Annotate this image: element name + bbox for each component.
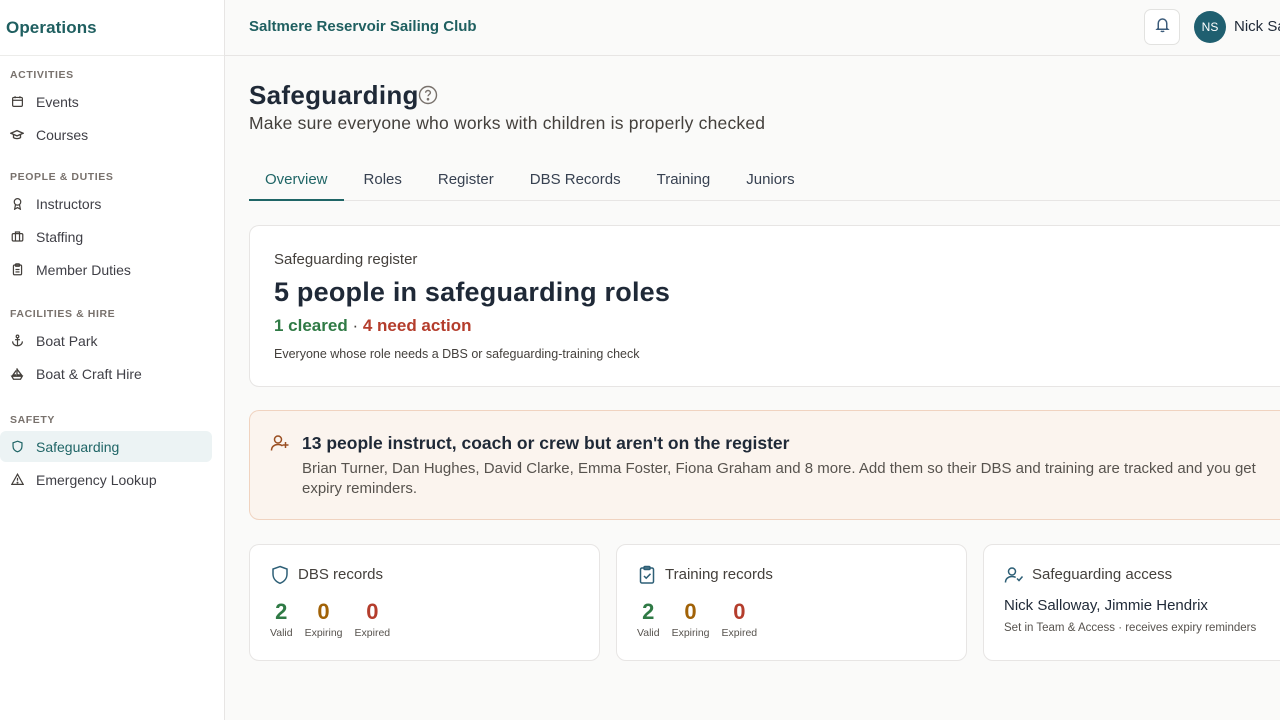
nav-section-safety: SAFETY Safeguarding Emergency Lookup [0, 391, 224, 495]
card-title: Training records [665, 566, 773, 583]
register-status: 1 cleared · 4 need action [274, 316, 471, 336]
unregistered-alert: 13 people instruct, coach or crew but ar… [249, 410, 1280, 520]
clipboard-icon [10, 263, 24, 277]
user-check-icon [1004, 565, 1024, 585]
count-value: 2 [642, 599, 655, 624]
sidebar-item-emergency-lookup[interactable]: Emergency Lookup [0, 464, 212, 495]
card-title: Safeguarding access [1032, 566, 1173, 583]
nav-heading: FACILITIES & HIRE [10, 308, 116, 320]
tab-overview[interactable]: Overview [249, 164, 344, 201]
user-plus-icon [270, 433, 290, 453]
access-names: Nick Salloway, Jimmie Hendrix [1004, 597, 1208, 614]
notifications-button[interactable] [1144, 9, 1180, 45]
avatar[interactable]: NS [1194, 11, 1226, 43]
valid-count: 2 Valid [637, 597, 660, 639]
expired-count: 0 Expired [722, 597, 758, 639]
dbs-counts: 2 Valid 0 Expiring 0 Expired [270, 597, 402, 639]
need-action-count: 4 need action [362, 316, 472, 335]
sidebar-item-label: Member Duties [36, 261, 131, 278]
nav-section-people: PEOPLE & DUTIES Instructors Staffing Mem… [0, 152, 224, 285]
access-note: Set in Team & Access · receives expiry r… [1004, 622, 1257, 634]
sidebar-item-boat-craft-hire[interactable]: Boat & Craft Hire [0, 358, 212, 389]
cleared-count: 1 cleared [274, 316, 348, 335]
training-records-card[interactable]: Training records 2 Valid 0 Expiring 0 Expir… [616, 544, 967, 661]
expiring-count: 0 Expiring [672, 597, 710, 639]
count-value: 2 [275, 599, 288, 624]
register-summary-card: Safeguarding register 5 people in safegu… [249, 225, 1280, 387]
sidebar-item-label: Events [36, 93, 79, 110]
count-label: Valid [270, 627, 293, 639]
alert-title: 13 people instruct, coach or crew but ar… [302, 433, 790, 453]
tab-bar: Overview Roles Register DBS Records Trai… [249, 164, 1280, 201]
main-content: Safeguarding Make sure everyone who work… [249, 56, 1280, 720]
count-label: Expired [354, 627, 391, 639]
briefcase-icon [10, 230, 24, 244]
count-label: Expiring [671, 627, 710, 639]
sidebar-item-boat-park[interactable]: Boat Park [0, 325, 212, 356]
valid-count: 2 Valid [270, 597, 293, 639]
sidebar-item-safeguarding[interactable]: Safeguarding [0, 431, 212, 462]
user-name[interactable]: Nick Sa [1234, 18, 1280, 35]
tab-training[interactable]: Training [641, 164, 727, 201]
register-headline: 5 people in safeguarding roles [274, 277, 671, 307]
nav-heading: ACTIVITIES [10, 69, 74, 81]
sidebar-item-courses[interactable]: Courses [0, 119, 212, 150]
count-label: Expired [721, 627, 758, 639]
sidebar-item-staffing[interactable]: Staffing [0, 221, 212, 252]
status-separator: · [347, 316, 363, 335]
card-title: DBS records [298, 566, 384, 583]
graduation-cap-icon [10, 128, 24, 142]
count-value: 0 [684, 599, 697, 624]
alert-text: Brian Turner, Dan Hughes, David Clarke, … [302, 460, 1256, 497]
page-title: Safeguarding [249, 80, 419, 110]
shield-icon [10, 440, 24, 454]
help-icon[interactable] [418, 85, 438, 105]
dbs-records-card[interactable]: DBS records 2 Valid 0 Expiring 0 Expired [249, 544, 600, 661]
count-label: Expiring [304, 627, 343, 639]
bell-icon [1154, 16, 1171, 38]
sidebar-item-label: Safeguarding [36, 438, 120, 455]
tab-juniors[interactable]: Juniors [730, 164, 810, 201]
safeguarding-access-card[interactable]: Safeguarding access Nick Salloway, Jimmi… [983, 544, 1280, 661]
page-subtitle: Make sure everyone who works with childr… [249, 113, 766, 133]
count-value: 0 [366, 599, 379, 624]
expiring-count: 0 Expiring [305, 597, 343, 639]
sidebar-item-instructors[interactable]: Instructors [0, 188, 212, 219]
nav-section-facilities: FACILITIES & HIRE Boat Park Boat & Craft… [0, 287, 224, 389]
tab-dbs-records[interactable]: DBS Records [514, 164, 637, 201]
sidebar-item-events[interactable]: Events [0, 86, 212, 117]
tab-register[interactable]: Register [422, 164, 510, 201]
nav-heading: PEOPLE & DUTIES [10, 171, 114, 183]
award-icon [10, 197, 24, 211]
sidebar-item-label: Instructors [36, 195, 102, 212]
count-value: 0 [733, 599, 746, 624]
club-name[interactable]: Saltmere Reservoir Sailing Club [249, 18, 477, 35]
training-counts: 2 Valid 0 Expiring 0 Expired [637, 597, 769, 639]
sidebar: Operations ACTIVITIES Events Courses PEO… [0, 0, 225, 720]
shield-icon [270, 565, 290, 585]
register-label: Safeguarding register [274, 251, 418, 268]
sidebar-item-member-duties[interactable]: Member Duties [0, 254, 212, 285]
sailboat-icon [10, 367, 24, 381]
anchor-icon [10, 334, 24, 348]
warning-icon [10, 473, 24, 487]
sidebar-title: Operations [0, 0, 224, 56]
top-bar: Saltmere Reservoir Sailing Club NS Nick … [225, 0, 1280, 56]
count-label: Valid [637, 627, 660, 639]
expired-count: 0 Expired [355, 597, 391, 639]
nav-section-activities: ACTIVITIES Events Courses [0, 56, 224, 150]
nav-heading: SAFETY [10, 414, 56, 426]
clipboard-check-icon [637, 565, 657, 585]
sidebar-item-label: Boat & Craft Hire [36, 365, 142, 382]
calendar-icon [10, 95, 24, 109]
sidebar-item-label: Emergency Lookup [36, 471, 157, 488]
sidebar-item-label: Boat Park [36, 332, 98, 349]
sidebar-item-label: Staffing [36, 228, 84, 245]
tab-roles[interactable]: Roles [348, 164, 418, 201]
count-value: 0 [317, 599, 330, 624]
sidebar-item-label: Courses [36, 126, 89, 143]
register-note: Everyone whose role needs a DBS or safeg… [274, 347, 640, 361]
